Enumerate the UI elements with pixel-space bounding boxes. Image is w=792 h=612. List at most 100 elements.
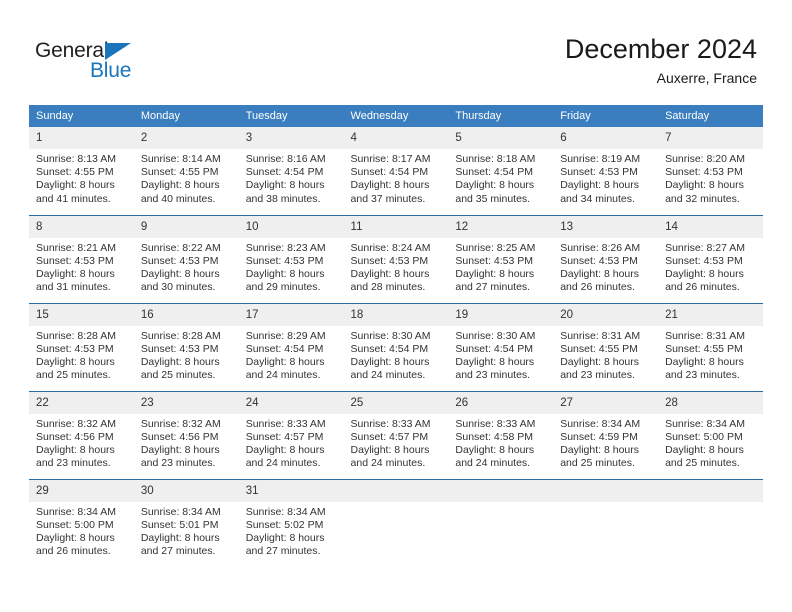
brand-triangle-icon: [105, 43, 131, 60]
daylight-duration-line1: Daylight: 8 hours: [350, 443, 430, 456]
calendar-day-cell[interactable]: 2 Sunrise: 8:14 AM Sunset: 4:55 PM Daylight…: [133, 127, 239, 215]
day-details: Sunrise: 8:31 AM Sunset: 4:55 PM Daylight:…: [658, 326, 763, 383]
calendar-day-cell[interactable]: 27 Sunrise: 8:34 AM Sunset: 4:59 PM Dayligh…: [553, 390, 659, 479]
daylight-duration-line2: and 24 minutes.: [350, 457, 426, 470]
daylight-duration-line2: and 27 minutes.: [455, 281, 531, 294]
day-number: [658, 479, 763, 502]
day-number: [343, 479, 449, 502]
daylight-duration-line1: Daylight: 8 hours: [455, 179, 535, 192]
sunset-time: Sunset: 4:55 PM: [140, 166, 219, 179]
calendar-day-cell[interactable]: 5 Sunrise: 8:18 AM Sunset: 4:54 PM Daylight…: [448, 127, 554, 215]
calendar-day-cell[interactable]: 18 Sunrise: 8:30 AM Sunset: 4:54 PM Dayligh…: [343, 302, 449, 391]
daylight-duration-line2: and 26 minutes.: [665, 281, 740, 294]
calendar-day-cell-empty: [658, 478, 763, 567]
daylight-duration-line2: and 26 minutes.: [36, 545, 111, 558]
sunrise-time: Sunrise: 8:27 AM: [665, 241, 746, 254]
sunset-time: Sunset: 4:57 PM: [245, 430, 324, 443]
sunrise-time: Sunrise: 8:21 AM: [36, 241, 116, 254]
daylight-duration-line2: and 23 minutes.: [665, 369, 740, 382]
calendar-day-cell[interactable]: 31 Sunrise: 8:34 AM Sunset: 5:02 PM Dayligh…: [238, 478, 344, 567]
calendar-day-cell[interactable]: 19 Sunrise: 8:30 AM Sunset: 4:54 PM Dayligh…: [448, 302, 554, 391]
calendar-day-cell[interactable]: 6 Sunrise: 8:19 AM Sunset: 4:53 PM Daylight…: [553, 127, 659, 215]
calendar-day-cell[interactable]: 28 Sunrise: 8:34 AM Sunset: 5:00 PM Dayligh…: [658, 390, 763, 479]
daylight-duration-line1: Daylight: 8 hours: [455, 267, 535, 280]
calendar-day-cell[interactable]: 13 Sunrise: 8:26 AM Sunset: 4:53 PM Dayligh…: [553, 214, 659, 303]
daylight-duration-line2: and 25 minutes.: [560, 457, 635, 470]
day-number: 3: [238, 127, 344, 149]
brand-logo[interactable]: General Blue: [35, 40, 215, 88]
calendar-day-cell[interactable]: 23 Sunrise: 8:32 AM Sunset: 4:56 PM Dayligh…: [133, 390, 239, 479]
day-details: [448, 502, 553, 506]
sunset-time: Sunset: 4:53 PM: [245, 254, 324, 267]
calendar-day-cell[interactable]: 7 Sunrise: 8:20 AM Sunset: 4:53 PM Daylight…: [658, 127, 763, 215]
day-details: Sunrise: 8:27 AM Sunset: 4:53 PM Daylight:…: [658, 238, 763, 295]
calendar-day-cell[interactable]: 21 Sunrise: 8:31 AM Sunset: 4:55 PM Dayligh…: [658, 302, 763, 391]
daylight-duration-line2: and 41 minutes.: [36, 192, 111, 205]
calendar-day-cell[interactable]: 16 Sunrise: 8:28 AM Sunset: 4:53 PM Dayligh…: [133, 302, 239, 391]
daylight-duration-line1: Daylight: 8 hours: [455, 443, 535, 456]
calendar-day-cell-empty: [553, 478, 659, 567]
sunrise-time: Sunrise: 8:23 AM: [245, 241, 326, 254]
calendar-day-cell[interactable]: 15 Sunrise: 8:28 AM Sunset: 4:53 PM Dayligh…: [29, 302, 134, 391]
calendar-day-cell[interactable]: 4 Sunrise: 8:17 AM Sunset: 4:54 PM Daylight…: [343, 127, 449, 215]
page-header: General Blue December 2024 Auxerre, Fran…: [0, 0, 792, 100]
day-number: 14: [658, 215, 763, 238]
day-details: Sunrise: 8:33 AM Sunset: 4:57 PM Daylight:…: [239, 414, 344, 471]
daylight-duration-line2: and 32 minutes.: [665, 192, 740, 205]
sunrise-time: Sunrise: 8:22 AM: [140, 241, 221, 254]
calendar-week-row: 8 Sunrise: 8:21 AM Sunset: 4:53 PM Daylight…: [29, 214, 763, 303]
calendar-day-cell[interactable]: 20 Sunrise: 8:31 AM Sunset: 4:55 PM Dayligh…: [553, 302, 659, 391]
calendar-day-cell[interactable]: 30 Sunrise: 8:34 AM Sunset: 5:01 PM Dayligh…: [133, 478, 239, 567]
calendar-day-cell[interactable]: 9 Sunrise: 8:22 AM Sunset: 4:53 PM Daylight…: [133, 214, 239, 303]
calendar-day-cell-empty: [343, 478, 449, 567]
daylight-duration-line1: Daylight: 8 hours: [350, 179, 430, 192]
calendar-day-cell[interactable]: 10 Sunrise: 8:23 AM Sunset: 4:53 PM Dayligh…: [238, 214, 344, 303]
daylight-duration-line1: Daylight: 8 hours: [140, 267, 220, 280]
sunrise-time: Sunrise: 8:34 AM: [140, 505, 221, 518]
daylight-duration-line1: Daylight: 8 hours: [560, 267, 640, 280]
day-number: 15: [29, 303, 134, 326]
calendar-day-cell[interactable]: 29 Sunrise: 8:34 AM Sunset: 5:00 PM Dayligh…: [29, 478, 134, 567]
calendar-day-cell[interactable]: 14 Sunrise: 8:27 AM Sunset: 4:53 PM Dayligh…: [658, 214, 763, 303]
day-number: 29: [29, 479, 134, 502]
weekday-header-wednesday: Wednesday: [343, 105, 449, 127]
daylight-duration-line2: and 27 minutes.: [245, 545, 321, 558]
day-number: 31: [238, 479, 344, 502]
sunrise-time: Sunrise: 8:31 AM: [560, 329, 641, 342]
calendar-day-cell[interactable]: 3 Sunrise: 8:16 AM Sunset: 4:54 PM Daylight…: [238, 127, 344, 215]
sunset-time: Sunset: 4:56 PM: [140, 430, 219, 443]
daylight-duration-line2: and 28 minutes.: [350, 281, 426, 294]
daylight-duration-line1: Daylight: 8 hours: [665, 443, 744, 456]
daylight-duration-line1: Daylight: 8 hours: [665, 179, 744, 192]
sunset-time: Sunset: 4:53 PM: [140, 342, 219, 355]
calendar-page: General Blue December 2024 Auxerre, Fran…: [0, 0, 792, 612]
daylight-duration-line2: and 27 minutes.: [140, 545, 216, 558]
calendar-day-cell[interactable]: 25 Sunrise: 8:33 AM Sunset: 4:57 PM Dayligh…: [343, 390, 449, 479]
weekday-header-tuesday: Tuesday: [238, 105, 344, 127]
calendar-day-cell[interactable]: 8 Sunrise: 8:21 AM Sunset: 4:53 PM Daylight…: [29, 214, 134, 303]
day-details: Sunrise: 8:28 AM Sunset: 4:53 PM Daylight:…: [134, 326, 239, 383]
daylight-duration-line2: and 23 minutes.: [140, 457, 216, 470]
sunset-time: Sunset: 4:54 PM: [350, 166, 429, 179]
day-number: 4: [343, 127, 449, 149]
day-number: 27: [553, 391, 659, 414]
daylight-duration-line1: Daylight: 8 hours: [36, 179, 115, 192]
calendar-day-cell[interactable]: 1 Sunrise: 8:13 AM Sunset: 4:55 PM Daylight…: [29, 127, 134, 215]
daylight-duration-line2: and 31 minutes.: [36, 281, 111, 294]
daylight-duration-line2: and 24 minutes.: [455, 457, 531, 470]
calendar-day-cell[interactable]: 22 Sunrise: 8:32 AM Sunset: 4:56 PM Dayligh…: [29, 390, 134, 479]
day-number: 11: [343, 215, 449, 238]
calendar-day-cell[interactable]: 24 Sunrise: 8:33 AM Sunset: 4:57 PM Dayligh…: [238, 390, 344, 479]
calendar-day-cell[interactable]: 11 Sunrise: 8:24 AM Sunset: 4:53 PM Dayligh…: [343, 214, 449, 303]
daylight-duration-line2: and 24 minutes.: [245, 457, 321, 470]
calendar-week-row: 22 Sunrise: 8:32 AM Sunset: 4:56 PM Dayligh…: [29, 390, 763, 479]
daylight-duration-line1: Daylight: 8 hours: [245, 531, 325, 544]
sunset-time: Sunset: 4:54 PM: [455, 166, 534, 179]
sunrise-time: Sunrise: 8:13 AM: [36, 153, 116, 165]
calendar-day-cell[interactable]: 26 Sunrise: 8:33 AM Sunset: 4:58 PM Dayligh…: [448, 390, 554, 479]
calendar-day-cell[interactable]: 17 Sunrise: 8:29 AM Sunset: 4:54 PM Dayligh…: [238, 302, 344, 391]
calendar-day-cell[interactable]: 12 Sunrise: 8:25 AM Sunset: 4:53 PM Dayligh…: [448, 214, 554, 303]
sunset-time: Sunset: 4:53 PM: [560, 166, 638, 179]
day-number: 6: [553, 127, 659, 149]
sunrise-time: Sunrise: 8:30 AM: [350, 329, 431, 342]
